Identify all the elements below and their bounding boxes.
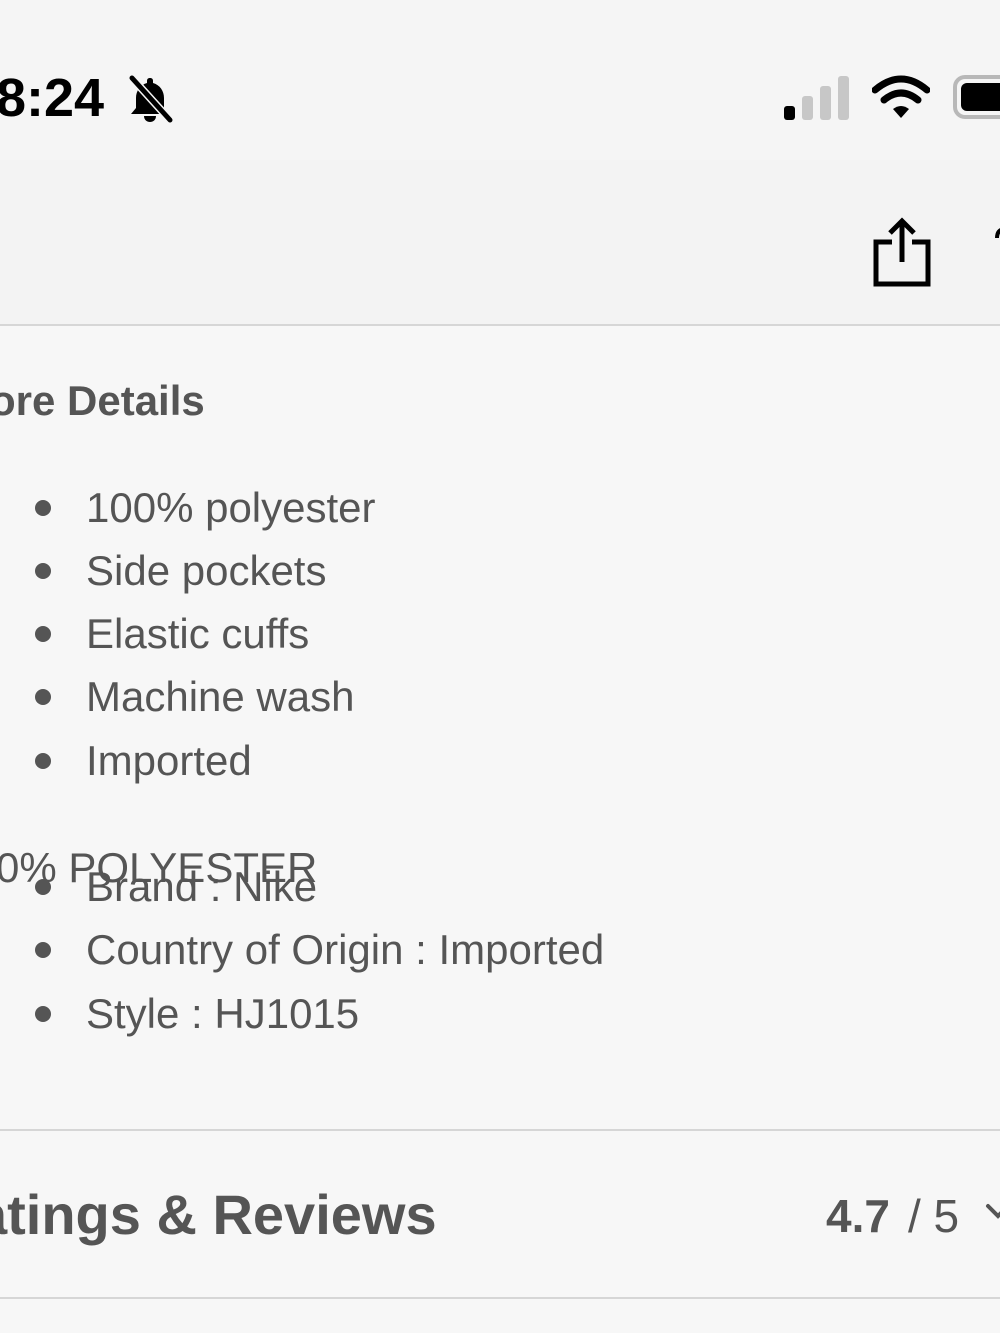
bullet-icon: [35, 942, 51, 958]
attribute-item: Brand : Nike: [0, 857, 900, 917]
attribute-item: Style : HJ1015: [0, 984, 900, 1044]
bullet-icon: [35, 689, 51, 705]
share-icon[interactable]: [870, 216, 934, 288]
rating-scale: / 5: [908, 1190, 960, 1242]
attribute-text: Brand : Nike: [86, 863, 318, 910]
attribute-text: Country of Origin : Imported: [86, 926, 605, 973]
ratings-title[interactable]: atings & Reviews: [0, 1180, 437, 1250]
status-bar: 8:24: [0, 0, 1000, 160]
bullet-icon: [35, 753, 51, 769]
feature-item: Side pockets: [0, 541, 900, 601]
feature-item: Machine wash: [0, 667, 900, 727]
chevron-down-icon[interactable]: [984, 1198, 1000, 1226]
feature-text: Machine wash: [86, 673, 355, 720]
feature-text: Imported: [86, 737, 252, 784]
bullet-icon: [35, 500, 51, 516]
bullet-icon: [35, 1006, 51, 1022]
status-time: 8:24: [0, 68, 105, 128]
bottom-divider: [0, 1297, 1000, 1299]
feature-text: Elastic cuffs: [86, 610, 310, 657]
more-details-heading: ore Details: [0, 377, 205, 424]
feature-text: 100% polyester: [86, 484, 376, 531]
wifi-icon: [872, 75, 930, 118]
attribute-item: Country of Origin : Imported: [0, 920, 900, 980]
attribute-text: Style : HJ1015: [86, 990, 360, 1037]
cellular-signal-icon: [784, 76, 849, 120]
bell-slash-icon: [128, 74, 174, 124]
battery-icon: [953, 75, 1000, 119]
feature-item: Elastic cuffs: [0, 604, 900, 664]
bullet-icon: [35, 563, 51, 579]
rating-score: 4.7: [826, 1190, 890, 1242]
feature-text: Side pockets: [86, 547, 327, 594]
feature-item: Imported: [0, 731, 900, 791]
feature-item: 100% polyester: [0, 478, 900, 538]
toolbar-divider: [0, 324, 1000, 326]
toolbar: [0, 160, 1000, 325]
bullet-icon: [35, 626, 51, 642]
more-icon[interactable]: [994, 226, 1000, 250]
bullet-icon: [35, 879, 51, 895]
section-divider: [0, 1129, 1000, 1131]
